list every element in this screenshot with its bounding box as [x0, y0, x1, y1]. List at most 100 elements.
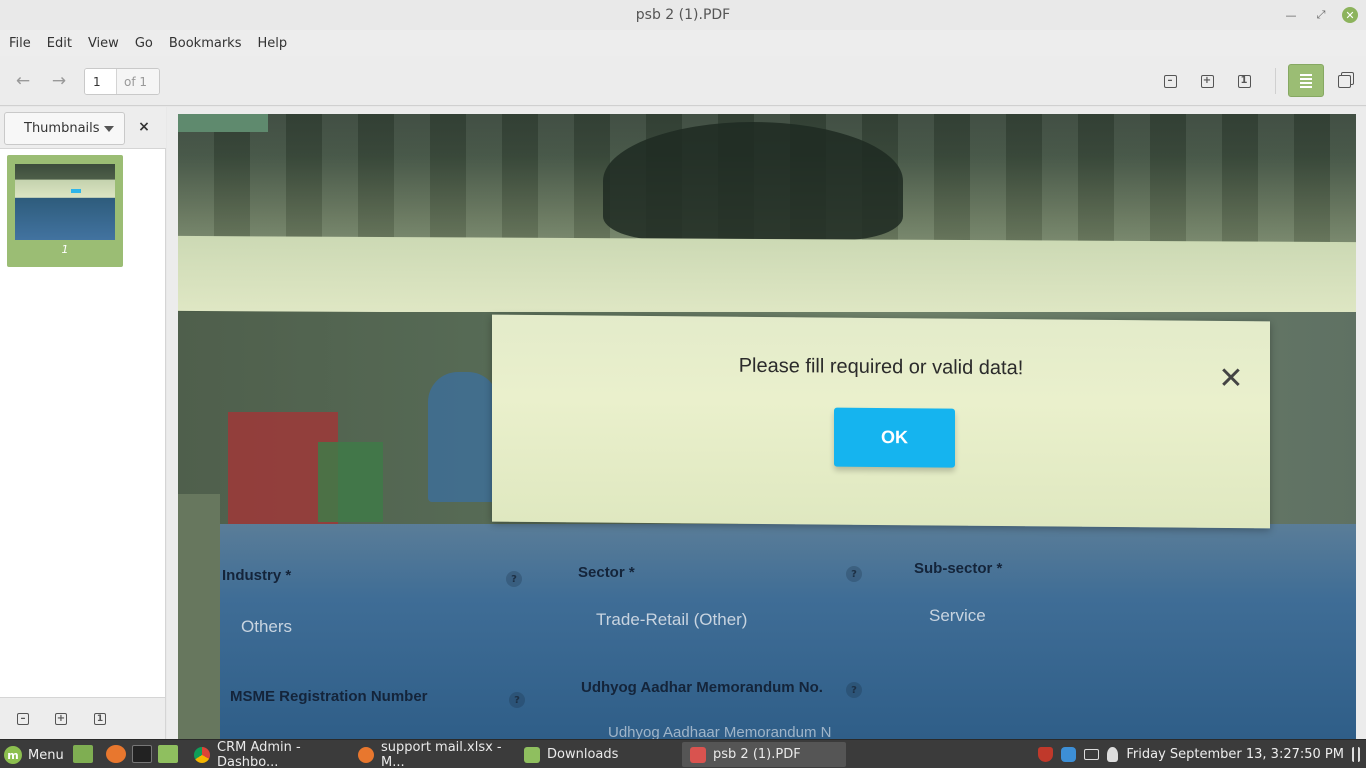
menu-bookmarks[interactable]: Bookmarks [164, 36, 247, 51]
maximize-icon[interactable]: ⤢ [1312, 6, 1330, 24]
chrome-icon [194, 746, 210, 763]
photo-window-tab [178, 114, 268, 132]
sidebar-zoom-out-button[interactable]: – [17, 713, 29, 725]
file-manager-icon[interactable] [158, 745, 178, 763]
zoom-in-button[interactable]: + [1192, 66, 1222, 96]
linux-mint-icon: m [4, 746, 22, 764]
industry-value: Others [241, 617, 293, 636]
zoom-out-icon: – [17, 713, 29, 725]
taskbar-item-label: support mail.xlsx - M... [381, 739, 502, 768]
error-dialog: Please fill required or valid data! ✕ OK [492, 314, 1270, 529]
msme-help-icon: ? [509, 692, 525, 708]
zoom-out-icon: – [1163, 74, 1177, 88]
taskbar-item-label: CRM Admin - Dashbo... [217, 739, 301, 768]
zoom-in-icon: + [55, 713, 67, 725]
taskbar: m Menu CRM Admin - Dashbo... support mai… [0, 739, 1366, 768]
folder-icon [524, 746, 540, 763]
back-arrow-icon[interactable]: ← [8, 66, 38, 96]
photo-reflection [603, 122, 903, 240]
photo-left-edge [178, 494, 220, 739]
document-view[interactable]: Industry * ? Sector * ? Sub-sector * Oth… [167, 107, 1366, 739]
sidebar-mode-label: Thumbnails [24, 121, 100, 136]
subsector-label: Sub-sector * [914, 560, 1003, 577]
taskbar-item-pdf[interactable]: psb 2 (1).PDF [682, 742, 846, 767]
menu-help[interactable]: Help [252, 36, 292, 51]
page-number-input[interactable] [85, 69, 117, 94]
sector-value: Trade-Retail (Other) [596, 610, 748, 629]
sidebar-zoom-in-button[interactable]: + [55, 713, 67, 725]
photo-background-top [178, 114, 1356, 254]
industry-label: Industry * [222, 567, 292, 584]
start-menu-label: Menu [28, 747, 64, 763]
show-desktop-icon[interactable] [73, 745, 93, 763]
firefox-icon[interactable] [106, 745, 126, 763]
thumbnail-page-label: 1 [61, 243, 69, 256]
close-icon: ✕ [1218, 361, 1244, 396]
photo-form-area: Industry * ? Sector * ? Sub-sector * Oth… [178, 524, 1356, 739]
udhyog-help-icon: ? [846, 682, 862, 698]
udhyog-value: Udhyog Aadhaar Memorandum N [608, 724, 832, 739]
taskbar-item-label: psb 2 (1).PDF [713, 747, 801, 762]
title-bar: psb 2 (1).PDF — ⤢ ✕ [0, 0, 1366, 30]
close-sidebar-icon[interactable]: × [136, 119, 152, 135]
msme-label: MSME Registration Number [230, 688, 428, 705]
chevron-down-icon [104, 126, 114, 132]
window-controls: — ⤢ ✕ [1282, 6, 1358, 24]
shield-icon[interactable] [1038, 746, 1054, 762]
user-icon[interactable] [1107, 746, 1119, 762]
menu-file[interactable]: File [4, 36, 36, 51]
sidebar-header: Thumbnails × [0, 107, 166, 149]
continuous-pages-icon [1300, 73, 1312, 88]
taskbar-item-label: Downloads [547, 747, 619, 762]
menu-view[interactable]: View [83, 36, 124, 51]
chat-icon[interactable] [1061, 746, 1077, 762]
sidebar: Thumbnails × 1 – + 1 [0, 107, 166, 739]
start-menu-button[interactable]: m Menu [4, 744, 64, 766]
photo-green-object [318, 442, 383, 522]
close-window-icon[interactable]: ✕ [1342, 7, 1358, 23]
terminal-icon[interactable] [132, 745, 152, 763]
menu-bar: File Edit View Go Bookmarks Help [0, 30, 1366, 56]
industry-help-icon: ? [506, 571, 522, 587]
clock[interactable]: Friday September 13, 3:27:50 PM [1126, 747, 1344, 762]
dual-page-toggle[interactable] [1329, 66, 1359, 96]
original-size-icon: 1 [1237, 74, 1251, 88]
zoom-out-button[interactable]: – [1155, 66, 1185, 96]
udhyog-label: Udhyog Aadhar Memorandum No. [581, 679, 823, 696]
zoom-in-icon: + [1200, 74, 1214, 88]
page-thumbnail[interactable]: 1 [7, 155, 123, 267]
thumbnail-image [15, 164, 115, 240]
pdf-page: Industry * ? Sector * ? Sub-sector * Oth… [178, 114, 1356, 739]
menu-go[interactable]: Go [130, 36, 158, 51]
subsector-value: Service [929, 606, 986, 625]
system-tray: Friday September 13, 3:27:50 PM [1038, 740, 1360, 768]
photo-overlay-band [178, 235, 1356, 318]
taskbar-item-crm[interactable]: CRM Admin - Dashbo... [186, 739, 346, 768]
forward-arrow-icon[interactable]: → [44, 66, 74, 96]
taskbar-item-spreadsheet[interactable]: support mail.xlsx - M... [350, 739, 513, 768]
workspace-icon[interactable] [1352, 746, 1360, 762]
sidebar-original-size-button[interactable]: 1 [94, 713, 106, 725]
dual-page-icon [1337, 74, 1351, 88]
display-icon[interactable] [1084, 748, 1100, 760]
sidebar-mode-dropdown[interactable]: Thumbnails [4, 112, 125, 145]
ok-button: OK [834, 407, 955, 468]
photo-person-reflection [428, 372, 498, 502]
pdf-viewer-icon [690, 746, 706, 763]
continuous-view-toggle[interactable] [1288, 64, 1324, 97]
dialog-message: Please fill required or valid data! [738, 354, 1024, 380]
menu-edit[interactable]: Edit [42, 36, 77, 51]
original-size-button[interactable]: 1 [1229, 66, 1259, 96]
spreadsheet-icon [358, 746, 374, 763]
page-count: of 1 [117, 69, 159, 94]
thumbnail-ok-mark [71, 189, 81, 193]
sidebar-footer: – + 1 [0, 697, 165, 739]
toolbar: ← → of 1 – + 1 [0, 56, 1366, 106]
page-selector: of 1 [84, 68, 160, 95]
sector-label: Sector * [578, 564, 635, 581]
window-title: psb 2 (1).PDF [635, 7, 731, 23]
original-size-icon: 1 [94, 713, 106, 725]
toolbar-separator [1275, 68, 1276, 94]
taskbar-item-downloads[interactable]: Downloads [516, 742, 676, 767]
minimize-icon[interactable]: — [1282, 6, 1300, 24]
